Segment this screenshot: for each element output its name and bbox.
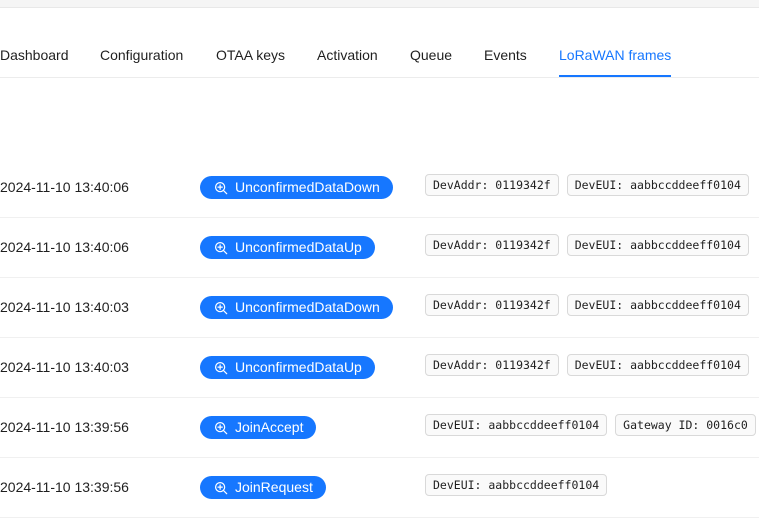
frame-tag: DevEUI: aabbccddeeff0104 bbox=[425, 474, 608, 496]
zoom-in-icon bbox=[214, 421, 235, 435]
frame-tag: DevEUI: aabbccddeeff0104 bbox=[425, 414, 608, 436]
top-bar bbox=[0, 0, 759, 8]
frame-tags: DevAddr: 0119342f DevEUI: aabbccddeeff010… bbox=[425, 174, 757, 196]
frame-type-button[interactable]: UnconfirmedDataDown bbox=[200, 296, 393, 319]
frame-timestamp: 2024-11-10 13:40:03 bbox=[0, 299, 129, 315]
frame-type-label: UnconfirmedDataDown bbox=[235, 299, 380, 315]
active-tab-indicator bbox=[559, 75, 671, 77]
frame-type-button[interactable]: UnconfirmedDataDown bbox=[200, 176, 393, 199]
frame-tag: DevAddr: 0119342f bbox=[425, 174, 559, 196]
tab-activation[interactable]: Activation bbox=[317, 34, 378, 77]
frame-tag: DevAddr: 0119342f bbox=[425, 354, 559, 376]
frame-timestamp: 2024-11-10 13:39:56 bbox=[0, 419, 129, 435]
frame-timestamp: 2024-11-10 13:40:03 bbox=[0, 359, 129, 375]
frame-type-label: UnconfirmedDataDown bbox=[235, 179, 380, 195]
tab-events[interactable]: Events bbox=[484, 34, 527, 77]
zoom-in-icon bbox=[214, 481, 235, 495]
tab-queue[interactable]: Queue bbox=[410, 34, 452, 77]
frame-tag: DevEUI: aabbccddeeff0104 bbox=[566, 174, 749, 196]
frame-tags: DevAddr: 0119342f DevEUI: aabbccddeeff010… bbox=[425, 354, 757, 376]
frame-type-button[interactable]: UnconfirmedDataUp bbox=[200, 356, 375, 379]
frame-type-button[interactable]: JoinAccept bbox=[200, 416, 317, 439]
frame-type-label: UnconfirmedDataUp bbox=[235, 239, 362, 255]
tab-dashboard[interactable]: Dashboard bbox=[0, 34, 69, 77]
frame-tags: DevAddr: 0119342f DevEUI: aabbccddeeff010… bbox=[425, 294, 757, 316]
frame-row: 2024-11-10 13:40:03 UnconfirmedDataUp DevA… bbox=[0, 338, 759, 398]
tab-otaa-keys[interactable]: OTAA keys bbox=[216, 34, 285, 77]
frames-list: 2024-11-10 13:40:06 UnconfirmedDataDown De… bbox=[0, 158, 759, 518]
frame-type-label: UnconfirmedDataUp bbox=[235, 359, 362, 375]
frame-type-button[interactable]: UnconfirmedDataUp bbox=[200, 236, 375, 259]
frame-tags: DevAddr: 0119342f DevEUI: aabbccddeeff010… bbox=[425, 234, 757, 256]
zoom-in-icon bbox=[214, 241, 235, 255]
frame-row: 2024-11-10 13:39:56 JoinAccept DevEUI: aab… bbox=[0, 398, 759, 458]
zoom-in-icon bbox=[214, 301, 235, 315]
frame-timestamp: 2024-11-10 13:40:06 bbox=[0, 179, 129, 195]
frame-tag: DevEUI: aabbccddeeff0104 bbox=[566, 234, 749, 256]
frame-tag: DevAddr: 0119342f bbox=[425, 234, 559, 256]
zoom-in-icon bbox=[214, 181, 235, 195]
frame-timestamp: 2024-11-10 13:40:06 bbox=[0, 239, 129, 255]
zoom-in-icon bbox=[214, 361, 235, 375]
tab-lorawan-frames[interactable]: LoRaWAN frames bbox=[559, 34, 671, 77]
frame-timestamp: 2024-11-10 13:39:56 bbox=[0, 479, 129, 495]
tab-configuration[interactable]: Configuration bbox=[100, 34, 183, 77]
frame-tag: DevEUI: aabbccddeeff0104 bbox=[566, 294, 749, 316]
frame-type-label: JoinAccept bbox=[235, 419, 304, 435]
frame-row: 2024-11-10 13:39:56 JoinRequest DevEUI: aa… bbox=[0, 458, 759, 518]
frame-tag: Gateway ID: 0016c0 bbox=[615, 414, 756, 436]
device-tabs: Dashboard Configuration OTAA keys Activa… bbox=[0, 34, 759, 78]
frame-tags: DevEUI: aabbccddeeff0104 Gateway ID: 0016… bbox=[425, 414, 759, 436]
frame-tag: DevEUI: aabbccddeeff0104 bbox=[566, 354, 749, 376]
frame-tags: DevEUI: aabbccddeeff0104 bbox=[425, 474, 615, 496]
frame-tag: DevAddr: 0119342f bbox=[425, 294, 559, 316]
frame-row: 2024-11-10 13:40:06 UnconfirmedDataDown De… bbox=[0, 158, 759, 218]
frame-type-label: JoinRequest bbox=[235, 479, 313, 495]
frame-row: 2024-11-10 13:40:06 UnconfirmedDataUp DevA… bbox=[0, 218, 759, 278]
frame-row: 2024-11-10 13:40:03 UnconfirmedDataDown De… bbox=[0, 278, 759, 338]
frame-type-button[interactable]: JoinRequest bbox=[200, 476, 326, 499]
